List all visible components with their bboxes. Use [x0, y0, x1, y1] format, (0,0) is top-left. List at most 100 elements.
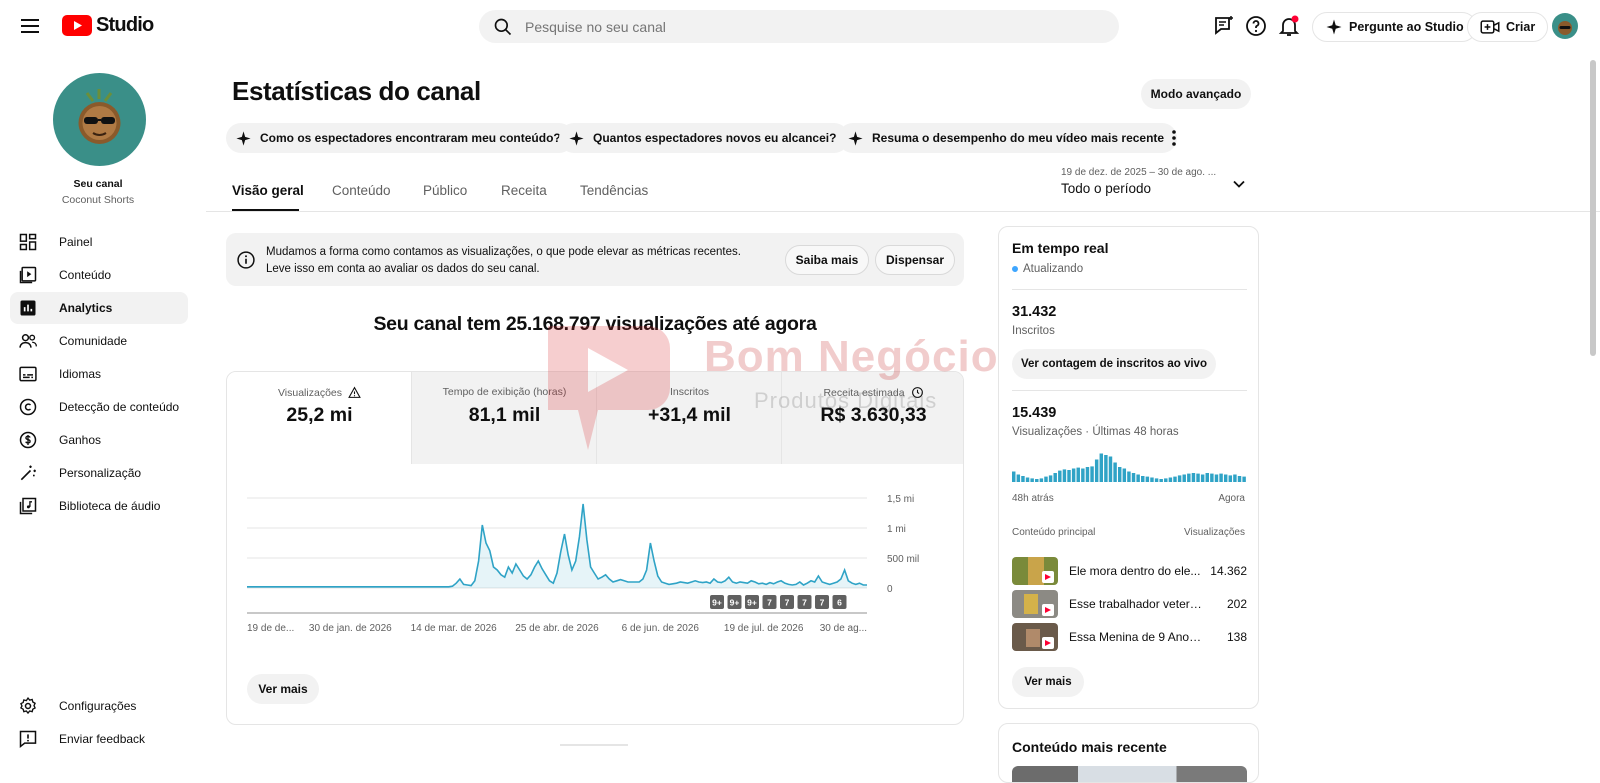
- realtime-bar: [1200, 474, 1205, 482]
- sidebar-item-earnings[interactable]: Ganhos: [10, 424, 188, 456]
- realtime-bar: [1067, 470, 1071, 482]
- top-content-header: Conteúdo principal: [1012, 527, 1096, 538]
- metric-tab-revenue[interactable]: Receita estimada R$ 3.630,33: [782, 372, 963, 464]
- realtime-card: Em tempo real Atualizando 31.432 Inscrit…: [998, 226, 1259, 709]
- y-tick-label: 1,5 mi: [887, 494, 914, 505]
- realtime-bar: [1219, 473, 1223, 482]
- metric-tab-views[interactable]: Visualizações 25,2 mi: [227, 372, 412, 464]
- sidebar-item-content[interactable]: Conteúdo: [10, 259, 188, 291]
- analytics-icon: [20, 300, 36, 316]
- help-icon[interactable]: [1244, 14, 1268, 38]
- realtime-bar: [1025, 477, 1030, 482]
- realtime-bar: [1053, 473, 1057, 482]
- create-button[interactable]: Criar: [1467, 12, 1549, 42]
- date-range-subtitle[interactable]: 19 de dez. de 2025 – 30 de ago. ...: [1061, 167, 1216, 178]
- sidebar-item-label: Conteúdo: [59, 268, 112, 282]
- sidebar-item-label: Idiomas: [59, 367, 102, 381]
- latest-content-title: Conteúdo mais recente: [1012, 739, 1167, 755]
- video-title: Ele mora dentro do ele...: [1069, 564, 1201, 578]
- x-tick-label: 14 de mar. de 2026: [411, 623, 498, 634]
- sidebar-item-label: Painel: [59, 235, 93, 249]
- page-scrollbar[interactable]: [1590, 60, 1596, 356]
- tab-audience[interactable]: Público: [423, 183, 467, 198]
- realtime-bar: [1210, 473, 1214, 482]
- top-content-row[interactable]: Esse trabalhador veterano... 202: [1012, 590, 1247, 620]
- realtime-bar: [1058, 470, 1062, 482]
- gear-icon: [20, 696, 36, 715]
- sidebar-item-dashboard[interactable]: Painel: [10, 226, 188, 258]
- sidebar-item-customization[interactable]: Personalização: [10, 457, 188, 489]
- logo-text: Studio: [96, 14, 154, 36]
- menu-icon[interactable]: [18, 14, 42, 38]
- tabs-divider: [206, 211, 1600, 212]
- live-dot-icon: [1012, 266, 1018, 272]
- date-range-selector[interactable]: Todo o período: [1061, 181, 1151, 196]
- realtime-bar: [1076, 467, 1080, 482]
- account-avatar[interactable]: [1552, 13, 1578, 39]
- advanced-mode-button[interactable]: Modo avançado: [1141, 79, 1251, 109]
- realtime-bar: [1141, 476, 1145, 482]
- realtime-see-more-button[interactable]: Ver mais: [1012, 667, 1084, 697]
- audio-library-icon: [19, 497, 37, 515]
- sidebar-item-settings[interactable]: Configurações: [10, 690, 188, 722]
- ai-suggestion-chip[interactable]: Resuma o desempenho do meu vídeo mais re…: [838, 123, 1178, 153]
- content-play-icon: [19, 266, 37, 284]
- video-title: Esse trabalhador veterano...: [1069, 597, 1204, 611]
- tab-overview[interactable]: Visão geral: [232, 183, 304, 198]
- realtime-bar: [1090, 466, 1094, 482]
- search-input[interactable]: [525, 18, 1085, 35]
- realtime-subscribers-value: 31.432: [1012, 304, 1057, 320]
- divider: [1012, 390, 1247, 391]
- metric-tab-watch-time[interactable]: Tempo de exibição (horas) 81,1 mil: [412, 372, 597, 464]
- chip-label: Como os espectadores encontraram meu con…: [260, 131, 561, 145]
- sidebar-item-community[interactable]: Comunidade: [10, 325, 188, 357]
- realtime-bar: [1085, 467, 1090, 482]
- event-marker-label: 7: [767, 598, 772, 608]
- latest-video-thumbnail[interactable]: [1012, 766, 1247, 782]
- more-options-icon[interactable]: [1164, 126, 1184, 150]
- event-marker-label: 7: [802, 598, 807, 608]
- realtime-bar: [1237, 476, 1242, 482]
- see-more-button[interactable]: Ver mais: [247, 674, 319, 704]
- chevron-down-icon[interactable]: [1229, 174, 1249, 194]
- top-content-row[interactable]: Ele mora dentro do ele... 14.362: [1012, 557, 1247, 587]
- realtime-status-text: Atualizando: [1023, 263, 1084, 275]
- realtime-bar: [1223, 474, 1228, 482]
- sidebar-item-analytics[interactable]: Analytics: [10, 292, 188, 324]
- realtime-bar: [1044, 476, 1048, 482]
- feedback-message-icon[interactable]: [1212, 14, 1236, 38]
- ai-suggestion-chip[interactable]: Como os espectadores encontraram meu con…: [226, 123, 574, 153]
- top-content-views-header: Visualizações: [1184, 527, 1245, 538]
- views-chart: 1,5 mi 1 mi 500 mil 0 9+ 9+ 9+ 7 7 7 7 6 19 de de...…: [247, 494, 919, 634]
- info-notice: Mudamos a forma como contamos as visuali…: [226, 233, 964, 286]
- sidebar-item-content-detection[interactable]: Detecção de conteúdo: [10, 391, 188, 423]
- tab-trends[interactable]: Tendências: [580, 183, 648, 198]
- realtime-bar: [1164, 478, 1168, 482]
- metric-value: 25,2 mi: [286, 404, 353, 426]
- live-subscriber-count-button[interactable]: Ver contagem de inscritos ao vivo: [1012, 349, 1216, 379]
- ai-suggestion-chip[interactable]: Quantos espectadores novos eu alcancei?: [559, 123, 850, 153]
- tab-content[interactable]: Conteúdo: [332, 183, 391, 198]
- studio-logo[interactable]: Studio: [62, 14, 154, 37]
- realtime-bar: [1187, 473, 1191, 482]
- metric-label-row: Receita estimada: [782, 386, 963, 399]
- sidebar-item-audio-library[interactable]: Biblioteca de áudio: [10, 490, 188, 522]
- sidebar-item-languages[interactable]: Idiomas: [10, 358, 188, 390]
- metric-tab-subscribers[interactable]: Inscritos +31,4 mil: [597, 372, 782, 464]
- metric-label-row: Tempo de exibição (horas): [412, 386, 597, 398]
- search-bar[interactable]: [479, 10, 1119, 43]
- dismiss-button[interactable]: Dispensar: [875, 245, 955, 275]
- realtime-status: Atualizando: [1012, 263, 1083, 275]
- top-content-row[interactable]: Essa Menina de 9 Anos ... 138: [1012, 623, 1247, 653]
- channel-avatar[interactable]: [53, 73, 146, 166]
- realtime-views-value: 15.439: [1012, 405, 1057, 421]
- top-bar: Studio Pergunte ao Studio Criar: [0, 0, 1600, 52]
- ask-studio-button[interactable]: Pergunte ao Studio: [1312, 12, 1477, 42]
- sidebar-item-feedback[interactable]: Enviar feedback: [10, 723, 188, 755]
- sidebar: Seu canal Coconut Shorts Painel Conteúdo…: [0, 52, 196, 774]
- learn-more-button[interactable]: Saiba mais: [785, 245, 869, 275]
- tab-revenue[interactable]: Receita: [501, 183, 547, 198]
- total-views-headline: Seu canal tem 25.168.797 visualizações a…: [373, 313, 817, 335]
- notifications-bell-icon[interactable]: [1277, 14, 1301, 38]
- realtime-views-label: Visualizações · Últimas 48 horas: [1012, 426, 1179, 438]
